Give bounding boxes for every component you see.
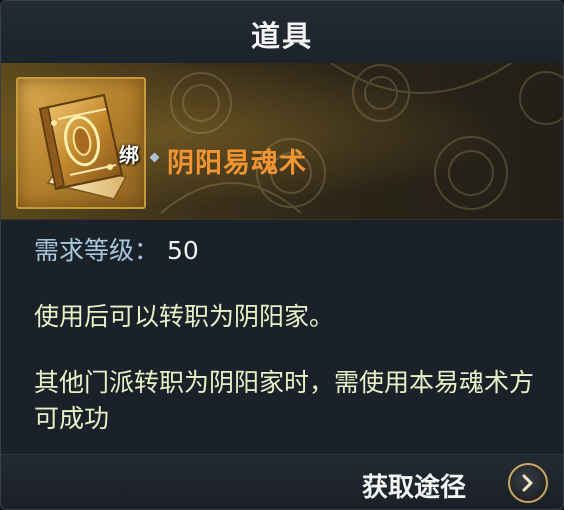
panel-title: 道具 <box>250 19 313 53</box>
obtain-method-button[interactable] <box>508 463 548 503</box>
item-banner: 绑 阴阳易魂术 <box>1 63 563 220</box>
level-requirement-label: 需求等级： <box>34 236 160 265</box>
obtain-method-label[interactable]: 获取途径 <box>362 467 466 504</box>
footer-bar: 获取途径 <box>1 454 563 509</box>
description-line-2: 其他门派转职为阴阳家时，需使用本易魂术方可成功 <box>34 368 535 433</box>
chevron-right-icon <box>522 474 533 492</box>
description-line-1: 使用后可以转职为阴阳家。 <box>34 302 335 331</box>
item-name: 阴阳易魂术 <box>167 148 307 179</box>
level-requirement-value: 50 <box>167 236 199 265</box>
level-requirement: 需求等级： 50 <box>34 231 199 267</box>
title-bar: 道具 <box>1 1 563 64</box>
bind-badge: 绑 <box>119 143 139 167</box>
item-tooltip-panel: 道具 绑 阴阳易魂术 需求等级： 50 使用后可以转职为阴阳家。 其他门派转职为… <box>0 0 564 510</box>
